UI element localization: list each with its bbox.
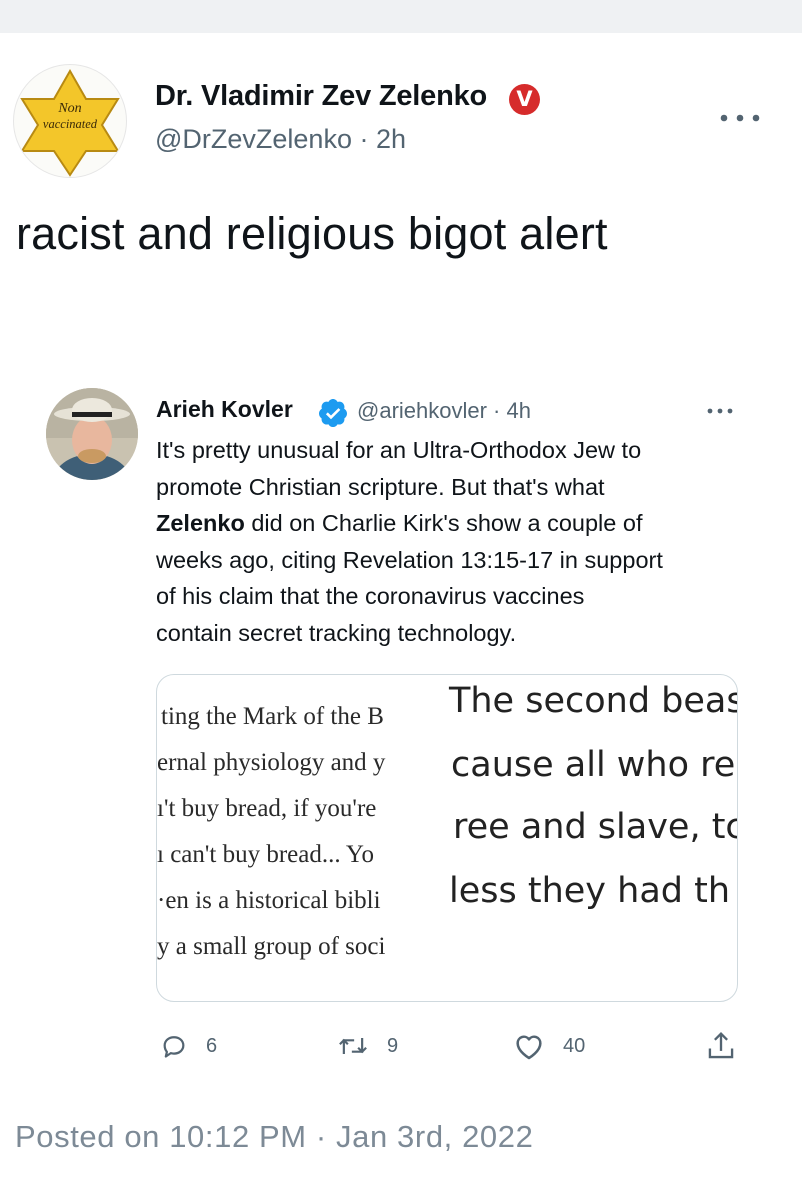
quoted-media-image[interactable]: ting the Mark of the B ernal physiology … [156, 674, 738, 1002]
quoted-text-line: promote Christian scripture. But that's … [156, 473, 605, 500]
person-photo-image [46, 388, 138, 480]
quoted-bold-name: Zelenko [156, 510, 245, 536]
author-avatar[interactable]: Non vaccinated [13, 64, 127, 178]
media-left-line: ·en is a historical bibli [157, 887, 381, 914]
avatar-text-line2: vaccinated [43, 117, 98, 131]
verified-badge-icon [319, 399, 347, 427]
media-right-line: cause all who re [451, 745, 736, 785]
share-icon [708, 1032, 734, 1059]
like-icon [516, 1035, 542, 1060]
media-left-line: ı't buy bread, if you're [157, 795, 377, 822]
author-handle-time[interactable]: @DrZevZelenko · 2h [155, 124, 406, 155]
retweet-count: 9 [387, 1034, 399, 1057]
quoted-text-line: weeks ago, citing Revelation 13:15-17 in… [156, 546, 663, 573]
like-button[interactable]: 40 [513, 1022, 585, 1070]
quoted-text-segment: did on Charlie Kirk's show a couple of [244, 510, 643, 536]
media-left-line: ting the Mark of the B [161, 703, 384, 730]
action-bar: 6 9 40 [0, 1022, 802, 1070]
post-text: racist and religious bigot alert [16, 208, 608, 259]
media-right-panel: The second beas cause all who re ree and… [447, 675, 737, 1001]
yellow-star-avatar-image: Non vaccinated [20, 68, 120, 177]
quoted-text-line: contain secret tracking technology. [156, 619, 517, 646]
posted-timestamp: Posted on 10:12 PM · Jan 3rd, 2022 [15, 1119, 534, 1154]
quoted-text: It's pretty unusual for an Ultra-Orthodo… [156, 432, 756, 651]
quoted-handle-time[interactable]: @ariehkovler · 4h [357, 398, 531, 424]
quoted-text-line: It's pretty unusual for an Ultra-Orthodo… [156, 437, 642, 463]
media-right-line: The second beas [449, 681, 737, 721]
reply-icon [163, 1036, 185, 1058]
reply-button[interactable]: 6 [160, 1022, 217, 1070]
media-right-line: ree and slave, tc [453, 807, 737, 847]
media-left-line: y a small group of soci [157, 933, 386, 960]
top-bar [0, 0, 802, 33]
media-left-line: ı can't buy bread... Yo [157, 841, 374, 868]
quoted-text-line: Zelenko did on Charlie Kirk's show a cou… [156, 505, 756, 542]
like-count: 40 [563, 1034, 586, 1057]
more-icon[interactable] [715, 100, 765, 134]
quoted-text-line: of his claim that the coronavirus vaccin… [156, 583, 585, 609]
author-name[interactable]: Dr. Vladimir Zev Zelenko [155, 80, 487, 113]
retweet-icon [339, 1038, 367, 1054]
reply-count: 6 [206, 1034, 218, 1057]
quoted-author-name[interactable]: Arieh Kovler [156, 396, 293, 423]
retweet-button[interactable]: 9 [337, 1022, 398, 1070]
avatar-text-line1: Non [57, 101, 81, 116]
quoted-more-icon[interactable] [705, 398, 735, 424]
media-left-line: ernal physiology and y [157, 749, 386, 776]
share-button[interactable] [706, 1022, 736, 1070]
red-v-badge-icon: V [509, 84, 540, 115]
media-left-panel: ting the Mark of the B ernal physiology … [157, 675, 451, 1001]
media-right-line: less they had th [449, 871, 731, 911]
quoted-author-avatar[interactable] [46, 388, 138, 480]
